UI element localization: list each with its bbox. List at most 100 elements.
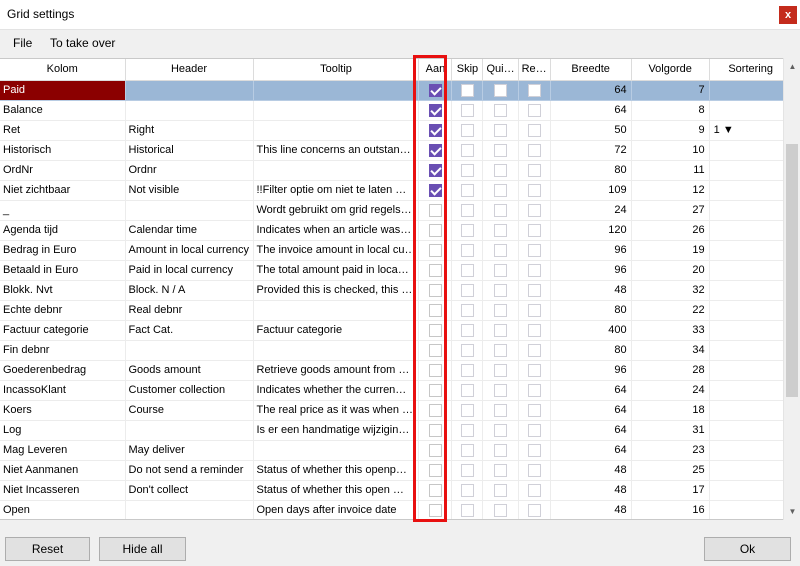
qui-checkbox[interactable]	[494, 423, 508, 437]
cell-tooltip[interactable]: Is er een handmatige wijzigin…	[253, 420, 420, 441]
cell-header[interactable]: Fact Cat.	[125, 320, 254, 341]
cell-sortering[interactable]	[709, 180, 793, 201]
cell-header[interactable]: Don't collect	[125, 480, 254, 501]
cell-kolom[interactable]: Betaald in Euro	[0, 260, 126, 281]
skip-checkbox[interactable]	[460, 263, 474, 277]
re-checkbox[interactable]	[527, 203, 541, 217]
qui-checkbox[interactable]	[494, 223, 508, 237]
re-checkbox[interactable]	[527, 423, 541, 437]
aan-checkbox[interactable]	[428, 343, 442, 357]
cell-tooltip[interactable]	[253, 160, 420, 181]
re-checkbox[interactable]	[527, 243, 541, 257]
cell-sortering[interactable]	[709, 340, 793, 361]
skip-checkbox[interactable]	[460, 223, 474, 237]
table-row[interactable]: Mag Leveren May deliver 64 23	[0, 440, 793, 461]
cell-header[interactable]: May deliver	[125, 440, 254, 461]
skip-checkbox[interactable]	[460, 83, 474, 97]
aan-checkbox[interactable]	[428, 103, 442, 117]
cell-tooltip[interactable]	[253, 300, 420, 321]
aan-checkbox[interactable]	[428, 263, 442, 277]
cell-volgorde[interactable]: 22	[631, 300, 710, 321]
cell-kolom[interactable]: Niet zichtbaar	[0, 180, 126, 201]
skip-checkbox[interactable]	[460, 403, 474, 417]
aan-checkbox[interactable]	[428, 303, 442, 317]
qui-checkbox[interactable]	[494, 403, 508, 417]
skip-checkbox[interactable]	[460, 203, 474, 217]
cell-sortering[interactable]	[709, 380, 793, 401]
skip-checkbox[interactable]	[460, 383, 474, 397]
column-header-breedte[interactable]: Breedte	[550, 59, 632, 81]
cell-breedte[interactable]: 64	[550, 100, 632, 121]
re-checkbox[interactable]	[527, 463, 541, 477]
column-header-qui[interactable]: Qui…	[482, 59, 519, 81]
table-row[interactable]: Niet Incasseren Don't collect Status of wh…	[0, 480, 793, 501]
reset-button[interactable]: Reset	[5, 537, 90, 561]
aan-checkbox[interactable]	[428, 243, 442, 257]
cell-kolom[interactable]: Echte debnr	[0, 300, 126, 321]
menu-file[interactable]: File	[11, 36, 34, 50]
cell-header[interactable]: Amount in local currency	[125, 240, 254, 261]
cell-volgorde[interactable]: 17	[631, 480, 710, 501]
cell-kolom[interactable]: Ret	[0, 120, 126, 141]
column-header-volgorde[interactable]: Volgorde	[631, 59, 710, 81]
aan-checkbox[interactable]	[428, 503, 442, 517]
re-checkbox[interactable]	[527, 503, 541, 517]
cell-volgorde[interactable]: 11	[631, 160, 710, 181]
cell-header[interactable]: Paid in local currency	[125, 260, 254, 281]
aan-checkbox[interactable]	[428, 223, 442, 237]
cell-breedte[interactable]: 109	[550, 180, 632, 201]
cell-sortering[interactable]	[709, 440, 793, 461]
cell-breedte[interactable]: 80	[550, 340, 632, 361]
cell-volgorde[interactable]: 27	[631, 200, 710, 221]
table-row[interactable]: Goederenbedrag Goods amount Retrieve goods…	[0, 360, 793, 381]
qui-checkbox[interactable]	[494, 363, 508, 377]
skip-checkbox[interactable]	[460, 283, 474, 297]
table-row[interactable]: Ret Right 50 9 1 ▼	[0, 120, 793, 141]
cell-breedte[interactable]: 120	[550, 220, 632, 241]
cell-volgorde[interactable]: 23	[631, 440, 710, 461]
cell-kolom[interactable]: Agenda tijd	[0, 220, 126, 241]
cell-header[interactable]	[125, 100, 254, 121]
cell-volgorde[interactable]: 9	[631, 120, 710, 141]
aan-checkbox[interactable]	[428, 323, 442, 337]
cell-volgorde[interactable]: 31	[631, 420, 710, 441]
cell-tooltip[interactable]: Factuur categorie	[253, 320, 420, 341]
cell-tooltip[interactable]: !!Filter optie om niet te laten …	[253, 180, 420, 201]
table-row[interactable]: Factuur categorie Fact Cat. Factuur catego…	[0, 320, 793, 341]
cell-header[interactable]	[125, 80, 254, 101]
re-checkbox[interactable]	[527, 163, 541, 177]
aan-checkbox[interactable]	[428, 183, 442, 197]
cell-breedte[interactable]: 48	[550, 500, 632, 519]
re-checkbox[interactable]	[527, 103, 541, 117]
qui-checkbox[interactable]	[494, 323, 508, 337]
cell-tooltip[interactable]: Indicates whether the curren…	[253, 380, 420, 401]
ok-button[interactable]: Ok	[704, 537, 791, 561]
cell-breedte[interactable]: 64	[550, 400, 632, 421]
cell-volgorde[interactable]: 8	[631, 100, 710, 121]
cell-tooltip[interactable]	[253, 80, 420, 101]
column-header-header[interactable]: Header	[125, 59, 254, 81]
cell-breedte[interactable]: 48	[550, 280, 632, 301]
aan-checkbox[interactable]	[428, 83, 442, 97]
cell-tooltip[interactable]: Retrieve goods amount from …	[253, 360, 420, 381]
aan-checkbox[interactable]	[428, 203, 442, 217]
cell-kolom[interactable]: _	[0, 200, 126, 221]
cell-kolom[interactable]: Mag Leveren	[0, 440, 126, 461]
cell-tooltip[interactable]	[253, 440, 420, 461]
cell-volgorde[interactable]: 25	[631, 460, 710, 481]
qui-checkbox[interactable]	[494, 143, 508, 157]
skip-checkbox[interactable]	[460, 143, 474, 157]
aan-checkbox[interactable]	[428, 163, 442, 177]
cell-sortering[interactable]	[709, 400, 793, 421]
qui-checkbox[interactable]	[494, 263, 508, 277]
skip-checkbox[interactable]	[460, 503, 474, 517]
cell-sortering[interactable]	[709, 220, 793, 241]
column-header-kolom[interactable]: Kolom	[0, 59, 126, 81]
skip-checkbox[interactable]	[460, 323, 474, 337]
qui-checkbox[interactable]	[494, 163, 508, 177]
column-header-skip[interactable]: Skip	[451, 59, 484, 81]
cell-kolom[interactable]: Log	[0, 420, 126, 441]
cell-header[interactable]	[125, 200, 254, 221]
cell-kolom[interactable]: Historisch	[0, 140, 126, 161]
cell-tooltip[interactable]: The invoice amount in local cu…	[253, 240, 420, 261]
